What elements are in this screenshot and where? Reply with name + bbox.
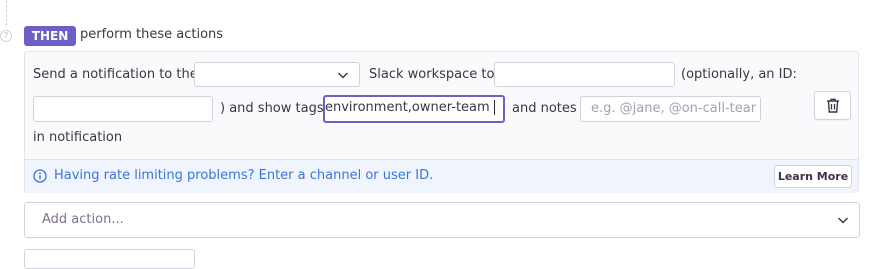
notes-input[interactable]: e.g. @jane, @on-call-tear (580, 96, 761, 122)
trash-icon (827, 98, 839, 113)
workspace-label: Slack workspace to (369, 67, 495, 82)
chevron-down-icon (338, 72, 348, 79)
delete-action-button[interactable] (814, 91, 851, 120)
then-badge: THEN (24, 26, 76, 46)
channel-id-input[interactable] (33, 96, 213, 122)
action-panel: Send a notification to the Slack workspa… (24, 51, 859, 193)
info-icon (33, 169, 47, 183)
rule-step-icon: ? (0, 30, 12, 42)
add-action-select[interactable]: Add action... (24, 202, 860, 238)
rule-connector-line (6, 0, 7, 26)
workspace-select[interactable] (194, 62, 360, 87)
channel-input[interactable] (494, 62, 675, 87)
add-action-placeholder: Add action... (42, 212, 124, 227)
send-label: Send a notification to the (33, 67, 198, 82)
partial-control[interactable] (24, 249, 195, 269)
show-tags-label: ) and show tags (220, 101, 324, 116)
optional-id-label: (optionally, an ID: (681, 67, 797, 82)
then-description: perform these actions (80, 27, 224, 42)
rate-limit-alert: Having rate limiting problems? Enter a c… (25, 159, 858, 193)
chevron-down-icon (838, 217, 848, 224)
in-notification-label: in notification (33, 130, 123, 145)
tags-input[interactable]: environment,owner-team (323, 95, 505, 123)
alert-text: Having rate limiting problems? Enter a c… (54, 168, 434, 183)
notes-label: and notes (512, 101, 577, 116)
learn-more-button[interactable]: Learn More (774, 165, 852, 188)
